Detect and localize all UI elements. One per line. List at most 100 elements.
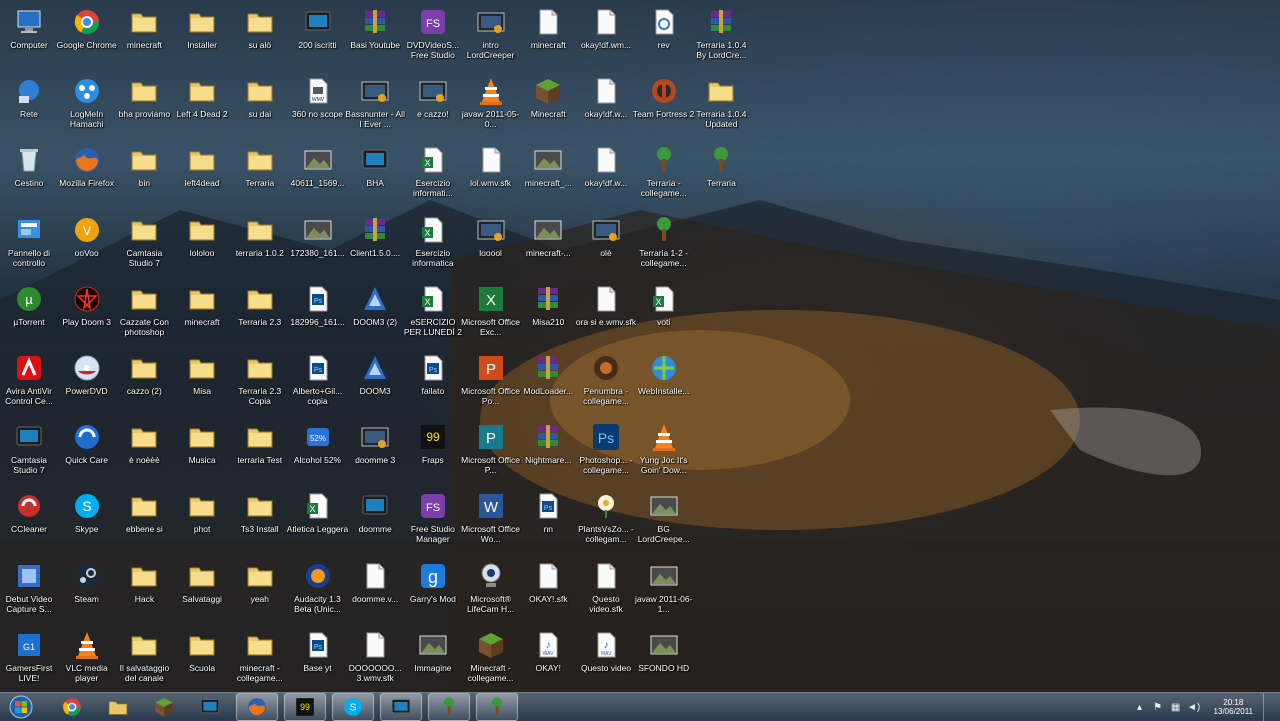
- taskbar-button[interactable]: S: [332, 693, 374, 721]
- desktop-icon[interactable]: Cestino: [0, 144, 58, 188]
- desktop-icon[interactable]: BG LordCreepe...: [635, 490, 693, 544]
- desktop-icon[interactable]: W Microsoft Office Wo...: [461, 490, 520, 544]
- desktop-icon[interactable]: Rete: [0, 75, 58, 119]
- desktop-icon[interactable]: Cazzate Con photoshop: [115, 283, 173, 337]
- desktop-icon[interactable]: è noèèè: [115, 421, 173, 465]
- desktop-icon[interactable]: doomme: [346, 490, 404, 534]
- desktop-icon[interactable]: 52% Alcohol 52%: [289, 421, 347, 465]
- desktop-icon[interactable]: bha proviamo: [115, 75, 173, 119]
- flag-icon[interactable]: ⚑: [1152, 701, 1164, 713]
- desktop-icon[interactable]: Ps failato: [404, 352, 462, 396]
- desktop-icon[interactable]: Quick Care: [58, 421, 116, 465]
- desktop-icon[interactable]: Minecraft - collegame...: [462, 629, 520, 683]
- desktop-icon[interactable]: X Esercizio informatica: [404, 214, 462, 268]
- desktop-icon[interactable]: lol.wmv.sfk: [462, 144, 520, 188]
- desktop-icon[interactable]: ♪ WAV Questo video: [577, 629, 635, 673]
- desktop-icon[interactable]: WMV 360 no scope: [289, 75, 347, 119]
- desktop-icon[interactable]: okay!df.w...: [577, 75, 635, 119]
- taskbar-button[interactable]: [380, 693, 422, 721]
- taskbar-button[interactable]: 99: [284, 693, 326, 721]
- desktop-icon[interactable]: Minecraft: [519, 75, 577, 119]
- desktop-icon[interactable]: doomme 3: [346, 421, 404, 465]
- desktop-icon[interactable]: Musica: [173, 421, 231, 465]
- desktop-icon[interactable]: S Skype: [58, 490, 116, 534]
- desktop-icon[interactable]: javaw 2011-05-0...: [462, 75, 520, 129]
- desktop-icon[interactable]: Avira AntiVir Control Ce...: [0, 352, 58, 406]
- network-icon[interactable]: ▦: [1170, 701, 1182, 713]
- desktop-icon[interactable]: Terraria: [692, 144, 750, 188]
- taskbar-button[interactable]: [428, 693, 470, 721]
- desktop-icon[interactable]: Installer: [173, 6, 231, 50]
- desktop-icon[interactable]: Steam: [58, 560, 116, 604]
- desktop-icon[interactable]: Penumbra - collegame...: [577, 352, 635, 406]
- desktop-icon[interactable]: Ps nn: [519, 490, 577, 534]
- desktop-icon[interactable]: Xvoti: [635, 283, 693, 327]
- show-hidden-icon[interactable]: ▴: [1134, 701, 1146, 713]
- desktop-icon[interactable]: Ps Base yt: [289, 629, 347, 673]
- desktop-icon[interactable]: WebInstalle...: [635, 352, 693, 396]
- taskbar-button[interactable]: [52, 694, 92, 720]
- desktop-icon[interactable]: doomme.v...: [346, 560, 404, 604]
- desktop-icon[interactable]: okay!df.w...: [577, 144, 635, 188]
- desktop-icon[interactable]: Terraria 1-2 - collegame...: [635, 214, 693, 268]
- desktop-icon[interactable]: LogMeIn Hamachi: [58, 75, 116, 129]
- desktop-icon[interactable]: minecraft: [115, 6, 173, 50]
- desktop-icon[interactable]: DOOM3: [346, 352, 404, 396]
- desktop-icon[interactable]: P Microsoft Office P...: [461, 421, 520, 475]
- desktop-icon[interactable]: OKAY!.sfk: [519, 560, 577, 604]
- start-button[interactable]: [4, 694, 38, 720]
- desktop-icon[interactable]: Microsoft® LifeCam H...: [462, 560, 520, 614]
- desktop-icon[interactable]: 200 iscritti: [289, 6, 347, 50]
- desktop-icon[interactable]: Play Doom 3: [58, 283, 116, 327]
- taskbar-button[interactable]: [190, 694, 230, 720]
- desktop-icon[interactable]: su alò: [231, 6, 289, 50]
- desktop-icon[interactable]: BHA: [346, 144, 404, 188]
- desktop-icon[interactable]: Misa210: [519, 283, 577, 327]
- desktop-icon[interactable]: Basi Youtube: [346, 6, 404, 50]
- taskbar-button[interactable]: [236, 693, 278, 721]
- desktop-icon[interactable]: Debut Video Capture S...: [0, 560, 58, 614]
- desktop-icon[interactable]: VooVoo: [58, 214, 116, 258]
- desktop-icon[interactable]: 40611_1569...: [289, 144, 347, 188]
- taskbar-button[interactable]: [476, 693, 518, 721]
- desktop-icon[interactable]: PlantsVsZo... - collegam...: [577, 490, 635, 544]
- desktop-icon[interactable]: Left 4 Dead 2: [173, 75, 231, 119]
- desktop-icon[interactable]: ModLoader...: [519, 352, 577, 396]
- desktop-icon[interactable]: minecraft: [173, 283, 231, 327]
- desktop-icon[interactable]: Ps Alberto+Gil... copia: [289, 352, 347, 406]
- desktop-icon[interactable]: 172380_161...: [289, 214, 347, 258]
- desktop-icon[interactable]: FS Free Studio Manager: [404, 490, 462, 544]
- desktop-icon[interactable]: Audacity 1.3 Beta (Unic...: [289, 560, 347, 614]
- desktop-icon[interactable]: FS DVDVideoS... Free Studio: [404, 6, 462, 60]
- desktop-icon[interactable]: ♪ WAV OKAY!: [519, 629, 577, 673]
- desktop-icon[interactable]: Immagine: [404, 629, 462, 673]
- desktop-icon[interactable]: X Microsoft Office Exc...: [461, 283, 520, 337]
- volume-icon[interactable]: ◄): [1187, 701, 1200, 713]
- show-desktop-button[interactable]: [1263, 693, 1274, 721]
- desktop-icon[interactable]: XeSERCIZIO PER LUNEDÌ 2: [404, 283, 462, 337]
- desktop-icon[interactable]: CCleaner: [0, 490, 58, 534]
- desktop-icon[interactable]: X Esercizio informati...: [404, 144, 462, 198]
- desktop-icon[interactable]: looool: [462, 214, 520, 258]
- desktop-icon[interactable]: Camtasia Studio 7: [0, 421, 58, 475]
- desktop-icon[interactable]: e cazzo!: [404, 75, 462, 119]
- desktop-icon[interactable]: Client1.5.0....: [346, 214, 404, 258]
- desktop-icon[interactable]: Terraria: [231, 144, 289, 188]
- desktop-icon[interactable]: phot: [173, 490, 231, 534]
- desktop-icon[interactable]: P Microsoft Office Po...: [461, 352, 520, 406]
- desktop-icon[interactable]: terraria Test: [231, 421, 289, 465]
- desktop-icon[interactable]: Bassnunter - All I Ever ...: [345, 75, 405, 129]
- desktop-icon[interactable]: Computer: [0, 6, 58, 50]
- clock[interactable]: 20:18 13/06/2011: [1214, 698, 1253, 716]
- desktop-icon[interactable]: Team Fortress 2: [633, 75, 694, 119]
- desktop-icon[interactable]: Terraria 1.0.4 By LordCre...: [692, 6, 750, 60]
- desktop-icon[interactable]: 99 Fraps: [404, 421, 462, 465]
- desktop-icon[interactable]: Terraria - collegame...: [635, 144, 693, 198]
- desktop-icon[interactable]: X Atletica Leggera: [287, 490, 348, 534]
- desktop-icon[interactable]: minecraft_...: [519, 144, 577, 188]
- desktop-icon[interactable]: minecraft-...: [519, 214, 577, 258]
- desktop-icon[interactable]: Google Chrome: [57, 6, 117, 50]
- desktop-icon[interactable]: Nightmare...: [519, 421, 577, 465]
- desktop-icon[interactable]: Questo video.sfk: [577, 560, 635, 614]
- desktop-icon[interactable]: Salvataggi: [173, 560, 231, 604]
